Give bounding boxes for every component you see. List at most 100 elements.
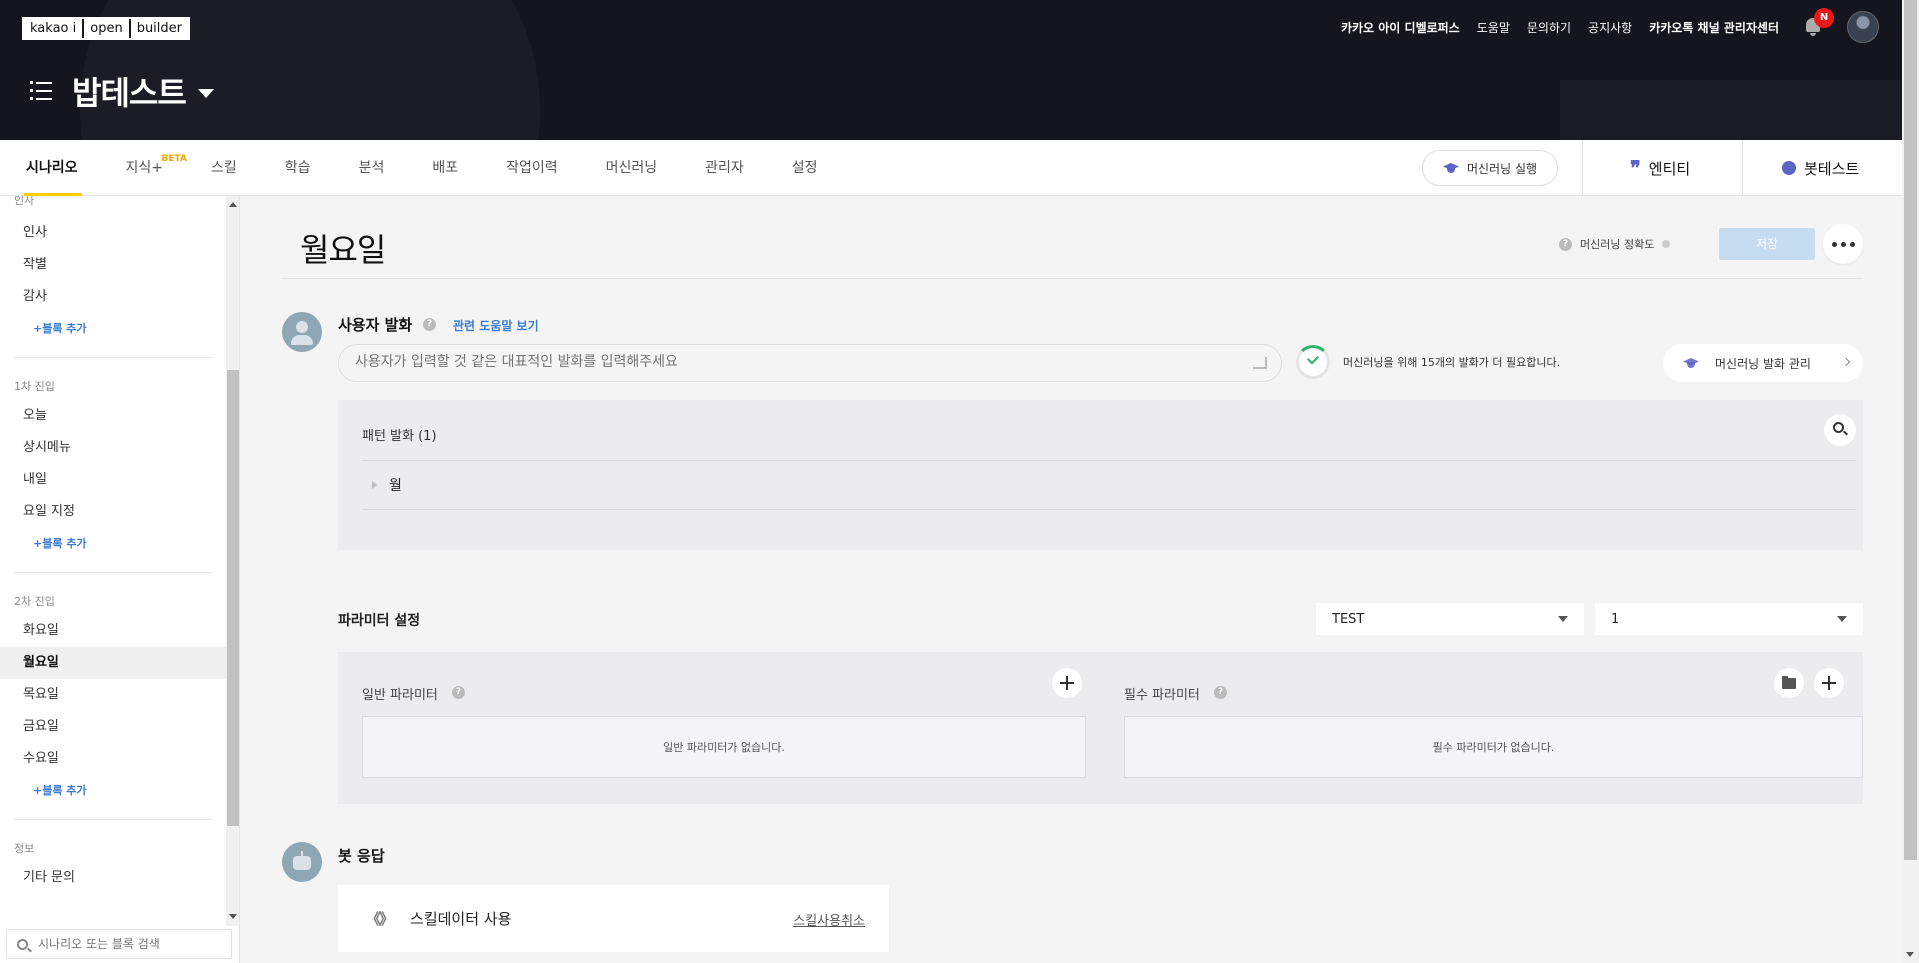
avatar[interactable] — [1847, 11, 1879, 43]
param-select-2[interactable]: 1 — [1595, 603, 1863, 635]
sidebar-item[interactable]: 작별 — [0, 249, 226, 281]
help-icon[interactable]: ? — [1214, 686, 1227, 699]
required-param-empty: 필수 파라미터가 없습니다. — [1124, 716, 1863, 778]
sidebar-item[interactable]: 기타 문의 — [0, 862, 226, 894]
help-icon[interactable]: ? — [423, 318, 436, 331]
help-link[interactable]: 관련 도움말 보기 — [453, 317, 539, 334]
utterance-section-title: 사용자 발화 — [338, 316, 413, 334]
tab-scenario[interactable]: 시나리오 — [24, 140, 82, 196]
tab-machine-learning[interactable]: 머신러닝 — [606, 140, 658, 196]
more-options-button[interactable] — [1823, 224, 1863, 264]
page-scrollbar[interactable] — [1902, 0, 1919, 963]
skill-data-label: 스킬데이터 사용 — [410, 910, 512, 928]
sidebar-search-input[interactable] — [38, 937, 218, 951]
sidebar-item[interactable]: 목요일 — [0, 679, 226, 711]
sidebar-item[interactable]: 금요일 — [0, 711, 226, 743]
scroll-down-icon[interactable] — [229, 914, 237, 919]
select-value: 1 — [1611, 611, 1620, 627]
tab-knowledge[interactable]: 지식+ BETA — [125, 140, 187, 196]
title-divider — [281, 278, 1863, 279]
sidebar-divider — [14, 357, 212, 358]
sidebar-item[interactable]: 수요일 — [0, 743, 226, 775]
sidebar-item[interactable]: 화요일 — [0, 615, 226, 647]
pattern-search-button[interactable] — [1824, 414, 1856, 446]
ml-manage-label: 머신러닝 발화 관리 — [1715, 356, 1811, 371]
tab-label: 지식+ — [125, 160, 164, 176]
sidebar-divider — [14, 819, 212, 820]
tab-training[interactable]: 학습 — [285, 140, 311, 196]
nav-divider — [1582, 140, 1583, 196]
pattern-utterance-box: 패턴 발화 (1) 월 — [338, 400, 1863, 550]
add-block-button[interactable]: +블록 추가 — [0, 528, 226, 560]
tab-settings[interactable]: 설정 — [792, 140, 818, 196]
list-item[interactable]: 월 — [362, 461, 1856, 509]
link-help[interactable]: 도움말 — [1477, 19, 1510, 36]
sidebar-item-active[interactable]: 월요일 — [0, 647, 226, 679]
link-channel-admin[interactable]: 카카오톡 채널 관리자센터 — [1649, 19, 1779, 36]
help-icon[interactable]: ? — [452, 686, 465, 699]
bot-selector[interactable]: 밥테스트 — [30, 68, 214, 114]
graduation-cap-icon — [1443, 162, 1459, 174]
chevron-right-icon — [1841, 357, 1851, 367]
list-menu-icon[interactable] — [30, 81, 52, 100]
block-title[interactable]: 월요일 — [300, 225, 386, 271]
tab-history[interactable]: 작업이력 — [506, 140, 558, 196]
skill-cancel-link[interactable]: 스킬사용취소 — [793, 910, 865, 929]
sidebar-search[interactable] — [6, 929, 232, 959]
sidebar-item[interactable]: 인사 — [0, 217, 226, 249]
sidebar-group-label: 인사 — [14, 196, 35, 207]
status-dot — [1662, 240, 1671, 248]
add-required-param-button[interactable] — [1814, 668, 1844, 698]
add-block-button[interactable]: +블록 추가 — [0, 775, 226, 807]
utterance-input[interactable] — [355, 354, 1235, 370]
scroll-up-icon[interactable] — [229, 202, 237, 207]
sidebar-scrollbar[interactable] — [226, 196, 239, 926]
tab-deploy[interactable]: 배포 — [432, 140, 458, 196]
bot-response-title: 봇 응답 — [338, 847, 385, 865]
caret-down-icon[interactable] — [197, 88, 214, 98]
link-notice[interactable]: 공지사항 — [1588, 19, 1632, 36]
sidebar-item[interactable]: 감사 — [0, 281, 226, 313]
help-icon[interactable]: ? — [1559, 237, 1572, 251]
scenario-sidebar: 인사 인사 작별 감사 +블록 추가 1차 진입 오늘 상시메뉴 내일 요일 지… — [0, 196, 240, 963]
sidebar-item[interactable]: 상시메뉴 — [0, 432, 226, 464]
scroll-down-icon[interactable] — [1906, 952, 1914, 957]
scrollbar-thumb[interactable] — [227, 370, 239, 826]
ml-utterance-manage-button[interactable]: 머신러닝 발화 관리 — [1663, 344, 1863, 382]
entity-label: 엔티티 — [1648, 159, 1691, 178]
general-param-empty: 일반 파라미터가 없습니다. — [362, 716, 1086, 778]
link-inquiry[interactable]: 문의하기 — [1527, 19, 1571, 36]
enter-icon[interactable] — [1253, 357, 1267, 369]
ml-accuracy-label: 머신러닝 정확도 — [1580, 238, 1655, 251]
ml-need-text: 머신러닝을 위해 15개의 발화가 더 필요합니다. — [1343, 356, 1561, 369]
sidebar-divider — [14, 572, 212, 573]
bot-test-button[interactable]: 봇테스트 — [1782, 140, 1859, 196]
sidebar-item[interactable]: 오늘 — [0, 400, 226, 432]
nav-tabs: 시나리오 지식+ BETA 스킬 학습 분석 배포 작업이력 머신러닝 관리자 설… — [24, 140, 866, 196]
scrollbar-thumb[interactable] — [1904, 0, 1917, 860]
entity-button[interactable]: ❞ 엔티티 — [1630, 140, 1690, 196]
folder-button[interactable] — [1774, 668, 1804, 698]
utterance-input-wrap[interactable] — [338, 344, 1282, 382]
add-block-button[interactable]: +블록 추가 — [0, 313, 226, 345]
tab-analytics[interactable]: 분석 — [359, 140, 385, 196]
main-nav: 시나리오 지식+ BETA 스킬 학습 분석 배포 작업이력 머신러닝 관리자 설… — [0, 140, 1902, 196]
select-value: TEST — [1332, 611, 1365, 627]
param-select-1[interactable]: TEST — [1316, 603, 1584, 635]
save-button[interactable]: 저장 — [1719, 228, 1815, 260]
kakao-i-open-builder-logo[interactable]: kakao i open builder — [22, 17, 190, 40]
skill-data-card: 《》 스킬데이터 사용 스킬사용취소 — [338, 885, 889, 952]
add-general-param-button[interactable] — [1052, 668, 1082, 698]
expand-icon[interactable] — [372, 481, 377, 489]
general-param-text: 일반 파라미터 — [362, 688, 438, 703]
link-kakao-developers[interactable]: 카카오 아이 디벨로퍼스 — [1341, 19, 1460, 36]
sidebar-item[interactable]: 요일 지정 — [0, 496, 226, 528]
quote-icon: ❞ — [1630, 156, 1641, 180]
tab-admin[interactable]: 관리자 — [705, 140, 744, 196]
sidebar-item[interactable]: 내일 — [0, 464, 226, 496]
logo-part: kakao i — [24, 19, 83, 38]
ml-run-button[interactable]: 머신러닝 실행 — [1422, 150, 1558, 186]
tab-skill[interactable]: 스킬 — [211, 140, 237, 196]
pattern-text: 월 — [389, 478, 402, 494]
chevron-down-icon — [1558, 616, 1568, 622]
